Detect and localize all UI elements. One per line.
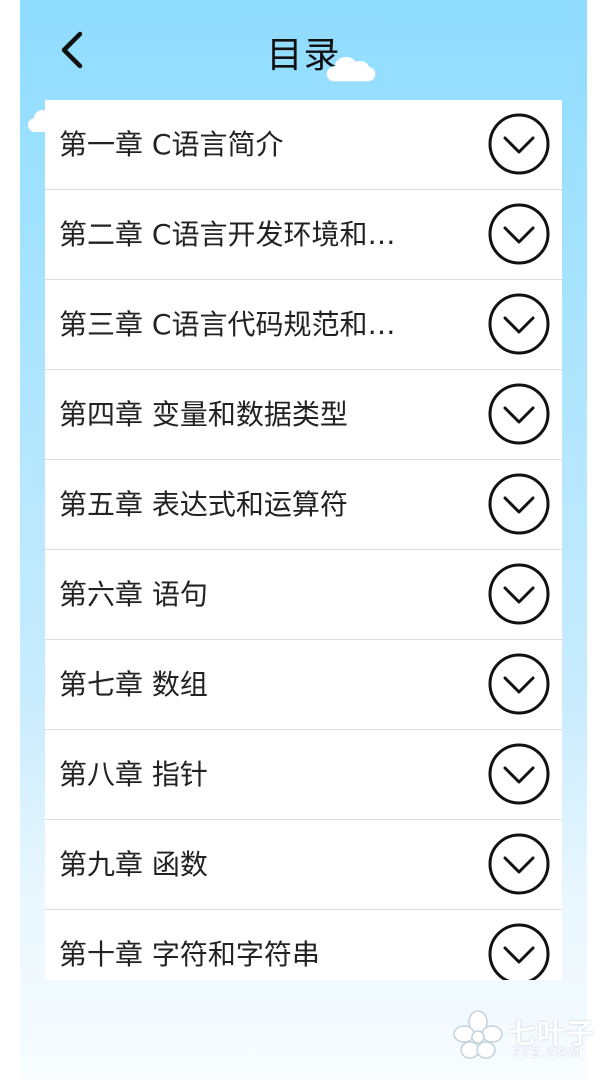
chapter-list: 第一章 C语言简介 第二章 C语言开发环境和… 第三章 C语言代码规范和… 第四… [45,100,562,980]
chapter-item-7[interactable]: 第七章 数组 [45,640,562,730]
chevron-down-circle-icon[interactable] [488,473,550,535]
header: 目录 [20,0,587,100]
chapter-label: 第一章 C语言简介 [59,128,284,161]
page-title: 目录 [266,35,341,76]
chapter-item-9[interactable]: 第九章 函数 [45,820,562,910]
chapter-item-2[interactable]: 第二章 C语言开发环境和… [45,190,562,280]
chapter-label: 第七章 数组 [59,668,208,701]
chapter-item-8[interactable]: 第八章 指针 [45,730,562,820]
leaf-logo-icon [453,1010,503,1059]
chapter-item-6[interactable]: 第六章 语句 [45,550,562,640]
chapter-item-4[interactable]: 第四章 变量和数据类型 [45,370,562,460]
chapter-item-3[interactable]: 第三章 C语言代码规范和… [45,280,562,370]
chapter-label: 第五章 表达式和运算符 [59,488,348,521]
screen: 目录 第一章 C语言简介 第二章 C语言开发环境和… 第三章 C语言代码规范和…… [0,0,607,1080]
chapter-label: 第三章 C语言代码规范和… [59,308,396,341]
chapter-label: 第四章 变量和数据类型 [59,398,348,431]
chevron-down-circle-icon[interactable] [488,833,550,895]
chevron-down-circle-icon[interactable] [488,653,550,715]
watermark: 七叶子 7YZ.COM [450,1008,600,1068]
app-screen: 目录 第一章 C语言简介 第二章 C语言开发环境和… 第三章 C语言代码规范和…… [20,0,587,1080]
chapter-label: 第十章 字符和字符串 [59,938,320,971]
cloud-decoration-title [326,57,376,82]
chapter-item-5[interactable]: 第五章 表达式和运算符 [45,460,562,550]
chevron-down-circle-icon[interactable] [488,743,550,805]
chevron-down-circle-icon[interactable] [488,563,550,625]
watermark-subtext: 7YZ.COM [512,1046,582,1060]
chapter-item-10[interactable]: 第十章 字符和字符串 [45,910,562,980]
chapter-item-1[interactable]: 第一章 C语言简介 [45,100,562,190]
chevron-down-circle-icon[interactable] [488,113,550,175]
chapter-label: 第八章 指针 [59,758,208,791]
chapter-label: 第九章 函数 [59,848,208,881]
chevron-down-circle-icon[interactable] [488,203,550,265]
chevron-down-circle-icon[interactable] [488,293,550,355]
chevron-down-circle-icon[interactable] [488,923,550,980]
chevron-down-circle-icon[interactable] [488,383,550,445]
chapter-label: 第六章 语句 [59,578,208,611]
chapter-label: 第二章 C语言开发环境和… [59,218,396,251]
